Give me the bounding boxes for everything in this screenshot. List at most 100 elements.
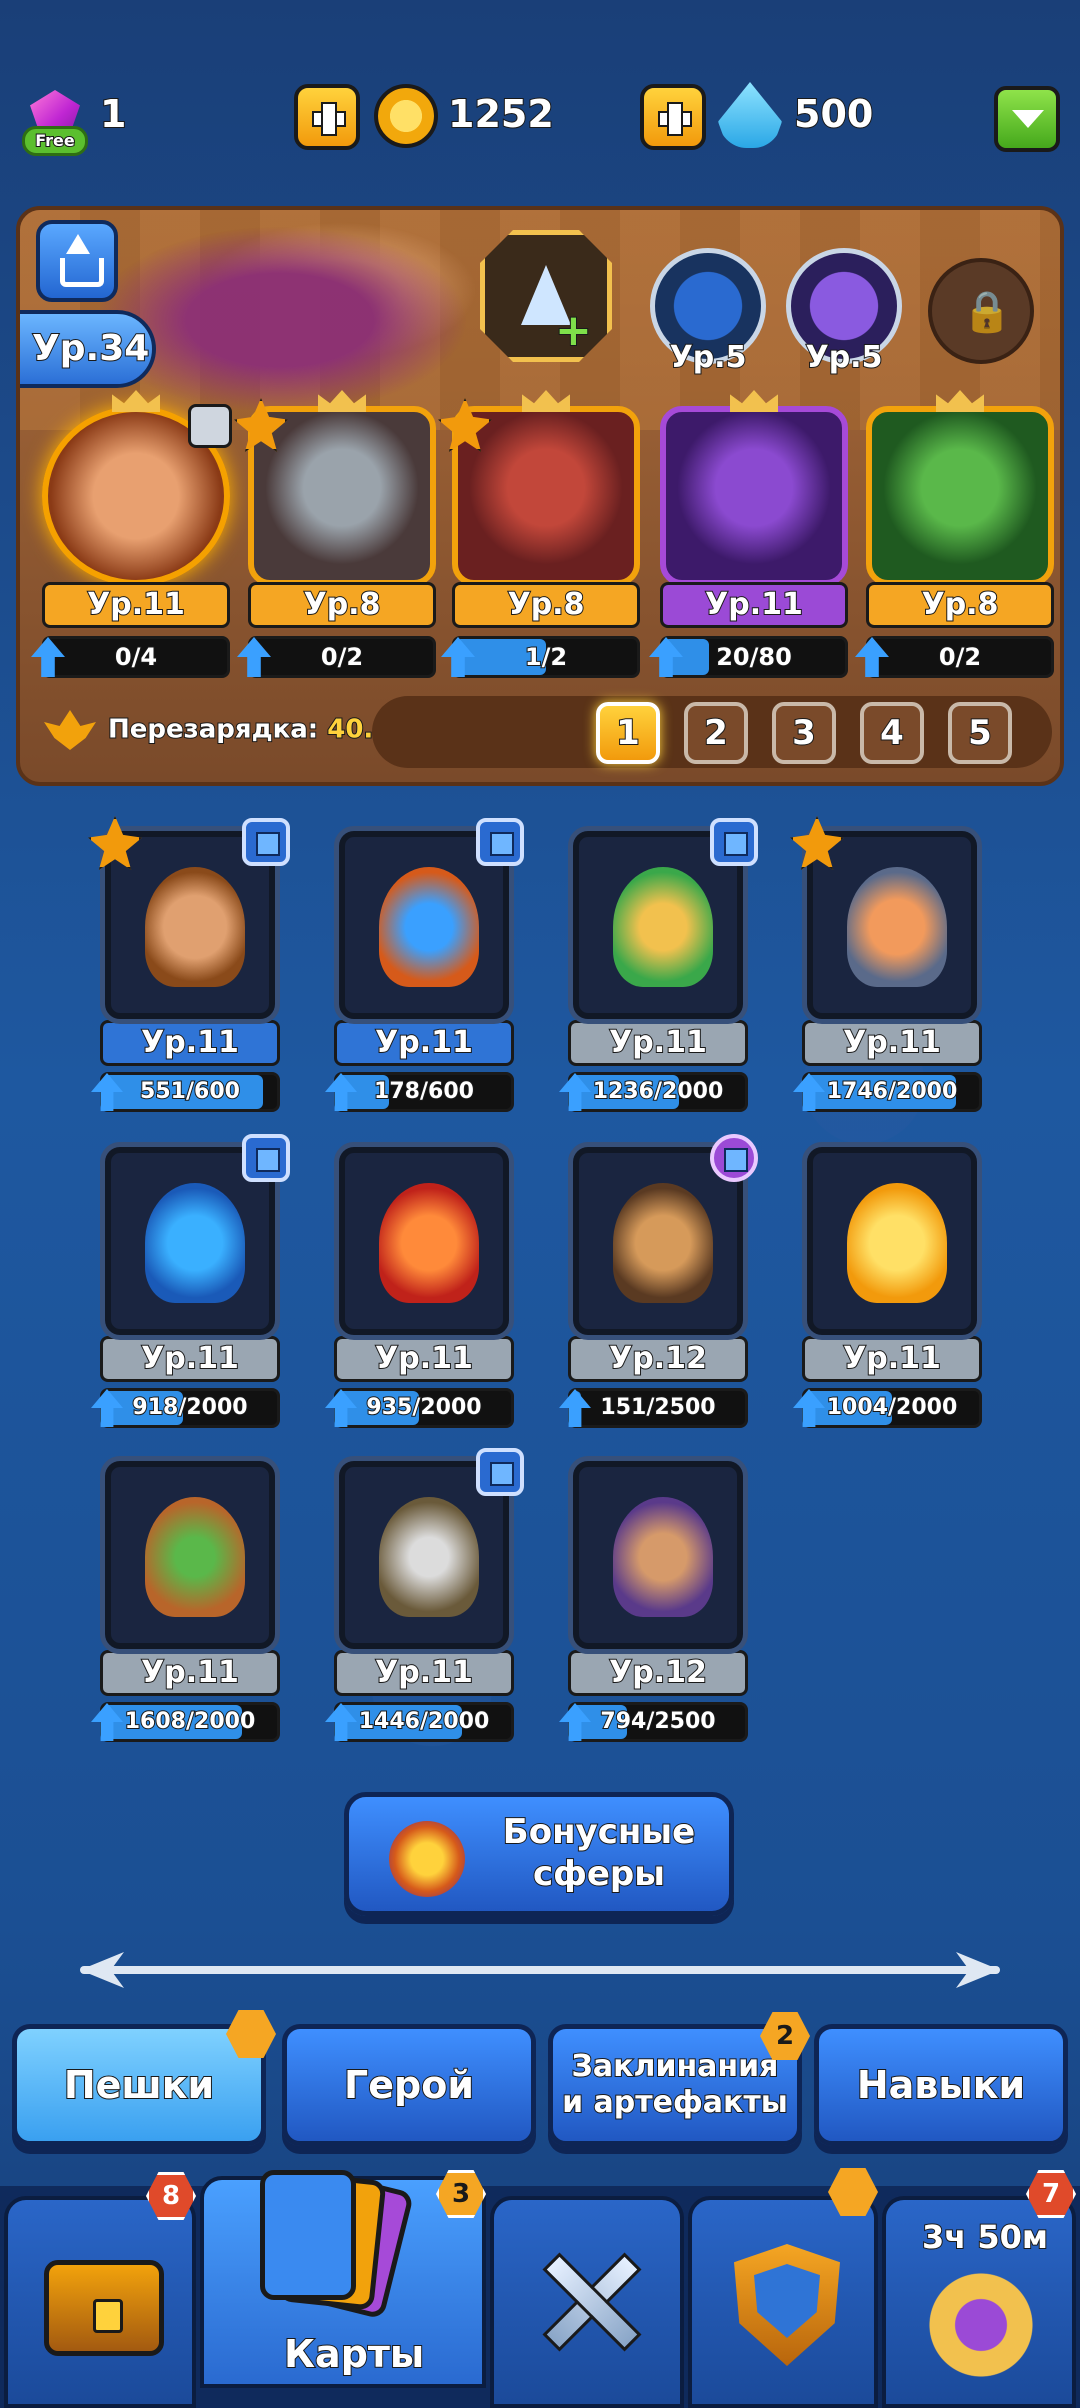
deck-card-level: Ур.8 <box>452 582 640 628</box>
coin-icon <box>374 84 438 148</box>
progress-text: 1608/2000 <box>124 1708 257 1735</box>
deck-card-level: Ур.11 <box>660 582 848 628</box>
card-frame <box>568 1456 748 1654</box>
progress-text: 20/80 <box>715 642 793 672</box>
nav-events[interactable]: 3ч 50м <box>882 2196 1076 2408</box>
bonus-orbs-label: Бонусные сферы <box>489 1811 709 1895</box>
card-art <box>379 1497 479 1617</box>
deck-card-level: Ур.8 <box>248 582 436 628</box>
card-progress: 1446/2000 <box>325 1702 514 1742</box>
collection-card[interactable]: Ур.11 1236/2000 <box>559 818 758 1112</box>
card-level: Ур.11 <box>802 1336 982 1382</box>
collection-card[interactable]: Ур.11 551/600 <box>88 816 290 1112</box>
collection-card[interactable]: Ур.11 178/600 <box>325 818 524 1112</box>
tab-spells-line1: Заклинания <box>571 2048 780 2085</box>
card-frame <box>100 1456 280 1654</box>
deck-card-1[interactable]: Ур.11 0/4 <box>31 390 232 678</box>
mana-count: 500 <box>793 91 874 137</box>
card-progress: 1236/2000 <box>559 1072 748 1112</box>
nav-chests[interactable] <box>4 2196 196 2408</box>
card-art <box>847 1183 947 1303</box>
gem-count: 1 <box>99 91 127 137</box>
card-level: Ур.11 <box>334 1336 514 1382</box>
nav-clan[interactable] <box>688 2196 878 2408</box>
deck-tab-4[interactable]: 4 <box>860 702 924 764</box>
share-button[interactable] <box>36 220 118 302</box>
rune-1-level: Ур.5 <box>669 339 748 376</box>
cards-icon <box>254 2170 415 2320</box>
rarity-gem-icon <box>710 1134 758 1182</box>
progress-text: 1446/2000 <box>358 1708 491 1735</box>
card-art <box>613 867 713 987</box>
collection-card[interactable]: Ур.12 794/2500 <box>559 1456 748 1742</box>
card-level: Ур.11 <box>100 1020 280 1066</box>
rarity-gem-icon <box>242 1134 290 1182</box>
rune-2-level: Ур.5 <box>805 339 884 376</box>
clan-shield-icon <box>734 2244 840 2366</box>
hero-portrait <box>100 210 500 410</box>
deck-card-5[interactable]: Ур.8 0/2 <box>855 390 1054 678</box>
collection-card[interactable]: Ур.11 935/2000 <box>325 1142 514 1428</box>
add-coins-button[interactable] <box>294 84 360 150</box>
card-art <box>613 1497 713 1617</box>
collection-card[interactable]: Ур.11 918/2000 <box>91 1134 290 1428</box>
card-progress: 1004/2000 <box>793 1388 982 1428</box>
collection-card[interactable]: Ур.12 151/2500 <box>559 1134 758 1428</box>
deck-tab-1[interactable]: 1 <box>596 702 660 764</box>
rarity-gem-icon <box>476 818 524 866</box>
deck-card-2[interactable]: Ур.8 0/2 <box>234 390 436 678</box>
progress-text: 918/2000 <box>131 1394 248 1421</box>
add-hero-slot[interactable]: + <box>480 230 612 362</box>
deck-card-progress: 0/4 <box>31 636 230 678</box>
deck-card-level: Ур.11 <box>42 582 230 628</box>
event-timer: 3ч 50м <box>921 2217 1049 2257</box>
deck-card-art <box>452 406 640 586</box>
card-art <box>145 867 245 987</box>
tab-skills[interactable]: Навыки <box>814 2024 1068 2146</box>
card-progress: 178/600 <box>325 1072 514 1112</box>
deck-panel: Ур.34 + Ур.5 Ур.5 Ур.11 0/4 Ур.8 0/2 <box>16 206 1064 786</box>
laurel-crown-icon <box>916 2270 1046 2380</box>
card-progress: 794/2500 <box>559 1702 748 1742</box>
tab-pawns[interactable]: Пешки <box>12 2024 266 2146</box>
card-art <box>379 1183 479 1303</box>
nav-cards[interactable]: Карты <box>200 2170 486 2388</box>
card-progress: 935/2000 <box>325 1388 514 1428</box>
deck-tab-3[interactable]: 3 <box>772 702 836 764</box>
tab-hero[interactable]: Герой <box>282 2024 536 2146</box>
progress-text: 1/2 <box>524 642 568 672</box>
card-level: Ур.11 <box>100 1336 280 1382</box>
deck-tab-2[interactable]: 2 <box>684 702 748 764</box>
collection-card[interactable]: Ур.11 1446/2000 <box>325 1448 524 1742</box>
gem-counter[interactable]: Free <box>22 90 88 156</box>
eagle-icon <box>44 710 96 750</box>
progress-text: 935/2000 <box>365 1394 482 1421</box>
card-level: Ур.12 <box>568 1650 748 1696</box>
bonus-label-line1: Бонусные <box>502 1811 696 1853</box>
nav-cards-label: Карты <box>283 2331 425 2377</box>
card-art <box>145 1497 245 1617</box>
progress-text: 1236/2000 <box>592 1078 725 1105</box>
collection-card[interactable]: Ур.11 1746/2000 <box>790 816 982 1112</box>
deck-card-art <box>660 406 848 586</box>
nav-battle[interactable] <box>490 2196 684 2408</box>
progress-text: 794/2500 <box>599 1708 716 1735</box>
deck-card-4[interactable]: Ур.11 20/80 <box>649 390 848 678</box>
progress-text: 1746/2000 <box>826 1078 959 1105</box>
deck-card-level: Ур.8 <box>866 582 1054 628</box>
progress-text: 0/2 <box>938 642 982 672</box>
bonus-label-line2: сферы <box>532 1853 666 1895</box>
card-level: Ур.11 <box>802 1020 982 1066</box>
locked-slot[interactable] <box>928 258 1034 364</box>
collection-card[interactable]: Ур.11 1608/2000 <box>91 1456 280 1742</box>
dropdown-menu-button[interactable] <box>994 86 1060 152</box>
deck-card-progress: 20/80 <box>649 636 848 678</box>
progress-text: 151/2500 <box>599 1394 716 1421</box>
bonus-orbs-button[interactable]: Бонусные сферы <box>344 1792 734 1916</box>
collection-card[interactable]: Ур.11 1004/2000 <box>793 1142 982 1428</box>
chest-icon <box>44 2260 164 2356</box>
add-mana-button[interactable] <box>640 84 706 150</box>
deck-tab-5[interactable]: 5 <box>948 702 1012 764</box>
free-label: Free <box>22 126 88 156</box>
deck-card-3[interactable]: Ур.8 1/2 <box>438 390 640 678</box>
